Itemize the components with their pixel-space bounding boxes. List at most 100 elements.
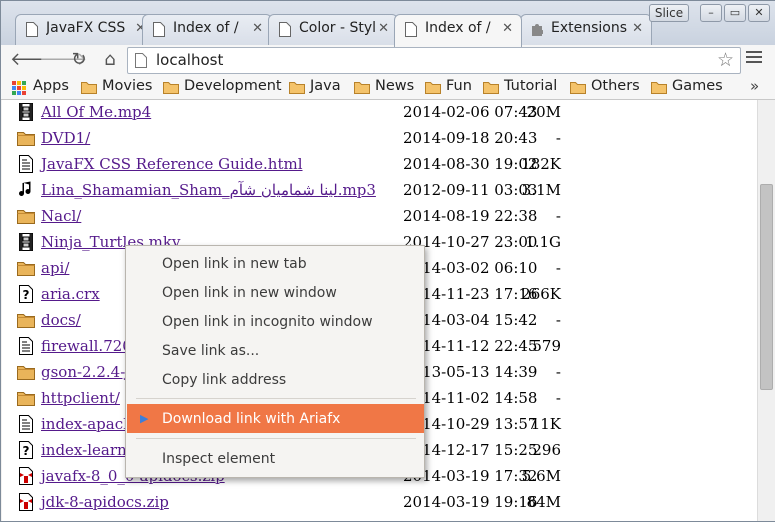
bookmark-star-icon[interactable]: ☆ (717, 49, 734, 71)
close-icon[interactable]: ✕ (252, 21, 263, 36)
video-icon (17, 103, 35, 121)
file-size: - (555, 207, 561, 225)
bookmarks-overflow-icon[interactable]: » (750, 77, 759, 95)
folder-icon (289, 82, 305, 94)
tab-extensions[interactable]: Extensions ✕ (520, 14, 652, 46)
menu-save-link-as[interactable]: Save link as... (127, 336, 424, 365)
folder-icon (651, 82, 667, 94)
file-row: Lina_Shamamian_Sham_لينا شماميان شآم.mp3… (2, 178, 757, 204)
folder-icon (17, 259, 35, 277)
folder-icon (17, 363, 35, 381)
file-link[interactable]: All Of Me.mp4 (41, 103, 151, 121)
file-size: 182K (521, 155, 561, 173)
unknown-file-icon: ? (17, 285, 35, 303)
minimize-icon[interactable]: – (700, 4, 722, 22)
tab-index-1[interactable]: Index of / ✕ (142, 14, 272, 46)
folder-icon (570, 82, 586, 94)
toolbar: 🡐 🡒 ↻ ⌂ localhost ☆ (1, 45, 775, 76)
folder-icon (425, 82, 441, 94)
archive-icon (17, 493, 35, 511)
document-icon (17, 337, 35, 355)
file-date: 2012-09-11 03:03 (403, 181, 538, 199)
file-date: 2014-09-18 20:43 (403, 129, 538, 147)
file-date: 2014-02-06 07:43 (403, 103, 538, 121)
address-url[interactable]: localhost (156, 51, 223, 69)
vertical-scrollbar[interactable] (757, 100, 775, 521)
tab-javafx-css[interactable]: JavaFX CSS ✕ (15, 14, 155, 46)
menu-icon[interactable] (746, 51, 762, 67)
slice-button[interactable]: Slice (649, 4, 689, 22)
file-link[interactable]: aria.crx (41, 285, 100, 303)
menu-copy-link-address[interactable]: Copy link address (127, 365, 424, 394)
window-close-icon[interactable]: ✕ (748, 4, 770, 22)
music-icon (17, 181, 35, 199)
bookmark-folder-java[interactable]: Java (289, 78, 341, 94)
bookmark-folder-tutorial[interactable]: Tutorial (483, 78, 557, 94)
svg-text:?: ? (23, 444, 30, 458)
file-size: 20M (526, 103, 561, 121)
scrollbar-thumb[interactable] (760, 184, 773, 390)
bookmark-label: News (375, 78, 415, 94)
file-row: Nacl/2014-08-19 22:38- (2, 204, 757, 230)
menu-open-incognito[interactable]: Open link in incognito window (127, 307, 424, 336)
file-link[interactable]: docs/ (41, 311, 81, 329)
file-date: 2014-08-19 22:38 (403, 207, 538, 225)
folder-icon (163, 82, 179, 94)
context-menu: Open link in new tab Open link in new wi… (125, 245, 425, 478)
bookmark-folder-games[interactable]: Games (651, 78, 723, 94)
tab-color-style[interactable]: Color - Styl ✕ (268, 14, 398, 46)
file-size: 11K (530, 415, 561, 433)
bookmark-folder-fun[interactable]: Fun (425, 78, 472, 94)
file-size: - (555, 259, 561, 277)
bookmark-folder-news[interactable]: News (354, 78, 414, 94)
bookmark-label: Fun (446, 78, 472, 94)
folder-icon (17, 389, 35, 407)
close-icon[interactable]: ✕ (632, 21, 643, 36)
file-row: jdk-8-apidocs.zip 2014-03-19 19:16 84M (2, 490, 757, 516)
video-icon (17, 233, 35, 251)
menu-download-ariafx[interactable]: ▶ Download link with Ariafx (127, 404, 424, 433)
close-icon[interactable]: ✕ (378, 21, 389, 36)
folder-icon (81, 82, 97, 94)
menu-inspect-element[interactable]: Inspect element (127, 444, 424, 473)
home-icon[interactable]: ⌂ (98, 49, 122, 71)
file-size: - (555, 363, 561, 381)
menu-open-new-window[interactable]: Open link in new window (127, 278, 424, 307)
bookmark-label: Java (310, 78, 341, 94)
page-icon (279, 22, 291, 37)
page-icon (153, 22, 165, 37)
tab-index-active[interactable]: Index of / ✕ (394, 14, 522, 47)
reload-icon[interactable]: ↻ (67, 49, 91, 71)
folder-icon (17, 129, 35, 147)
puzzle-icon (532, 24, 543, 36)
file-link[interactable]: Lina_Shamamian_Sham_لينا شماميان شآم.mp3 (41, 181, 376, 199)
folder-icon (483, 82, 499, 94)
bookmark-folder-development[interactable]: Development (163, 78, 282, 94)
file-link[interactable]: DVD1/ (41, 129, 90, 147)
file-link[interactable]: api/ (41, 259, 69, 277)
bookmark-label: Tutorial (504, 78, 558, 94)
bookmark-folder-others[interactable]: Others (570, 78, 640, 94)
forward-arrow-icon[interactable]: 🡒 (39, 49, 87, 71)
file-size: - (555, 129, 561, 147)
maximize-icon[interactable]: ▭ (724, 4, 746, 22)
file-link[interactable]: Nacl/ (41, 207, 81, 225)
file-date: 2014-08-30 19:02 (403, 155, 538, 173)
file-size: 1.1G (525, 233, 561, 251)
file-link[interactable]: jdk-8-apidocs.zip (41, 493, 169, 511)
page-icon (405, 22, 417, 37)
file-link[interactable]: JavaFX CSS Reference Guide.html (41, 155, 303, 173)
menu-item-label: Download link with Ariafx (162, 411, 341, 427)
bookmark-apps[interactable]: Apps (12, 78, 69, 95)
file-link[interactable]: httpclient/ (41, 389, 120, 407)
back-arrow-icon[interactable]: 🡐 (10, 49, 58, 71)
page-icon (135, 53, 147, 68)
address-bar[interactable]: localhost ☆ (127, 47, 741, 74)
bookmark-folder-movies[interactable]: Movies (81, 78, 152, 94)
close-icon[interactable]: ✕ (502, 21, 513, 36)
file-row: DVD1/2014-09-18 20:43- (2, 126, 757, 152)
apps-grid-icon (12, 81, 26, 95)
file-size: - (555, 389, 561, 407)
file-size: - (555, 311, 561, 329)
menu-open-new-tab[interactable]: Open link in new tab (127, 249, 424, 278)
